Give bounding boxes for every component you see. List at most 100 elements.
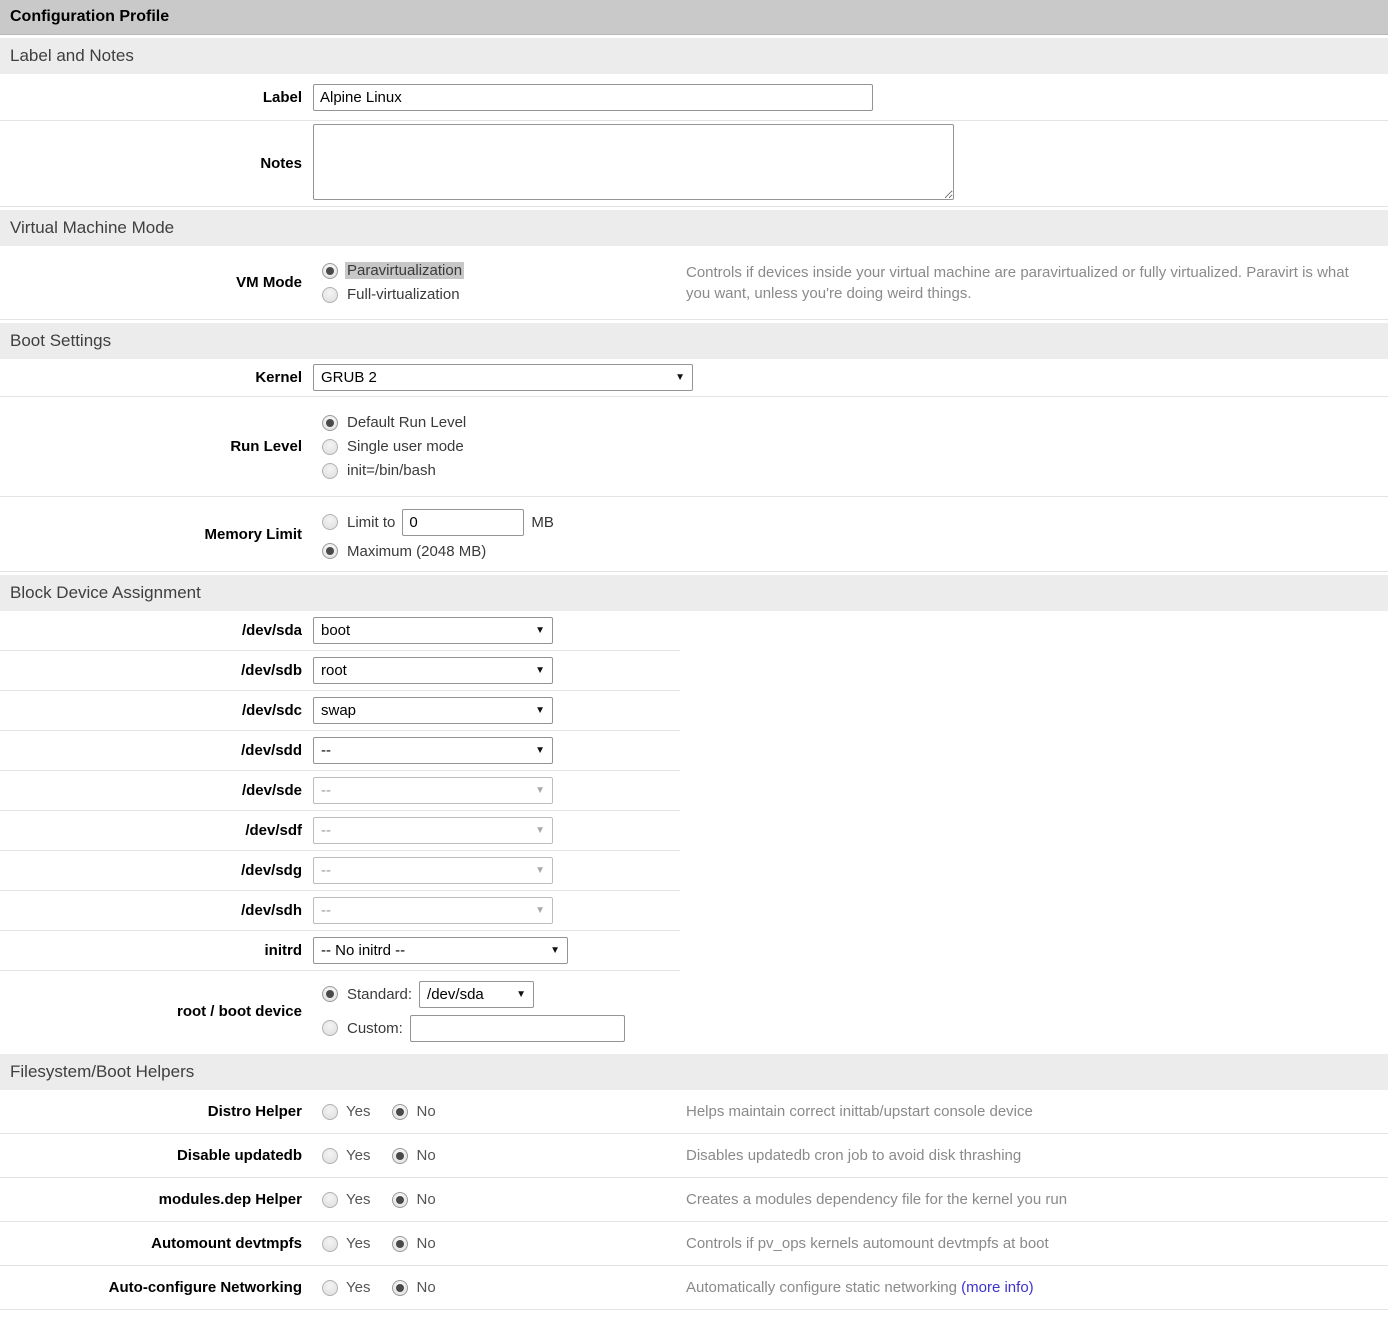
full-virtualization-option-label[interactable]: Full-virtualization: [347, 286, 460, 303]
auto-configure-networking-no-radio[interactable]: [392, 1280, 408, 1296]
page-title-bar: Configuration Profile: [0, 0, 1388, 35]
label-input[interactable]: [313, 84, 873, 111]
standard-device-radio[interactable]: [322, 986, 338, 1002]
device-sdd-select[interactable]: -- ▼: [313, 737, 553, 764]
device-label: /dev/sdb: [0, 662, 313, 679]
chevron-down-icon: ▼: [535, 625, 545, 636]
init-bin-bash-option-label[interactable]: init=/bin/bash: [347, 462, 436, 479]
device-sdh-select-value: --: [321, 902, 331, 919]
no-option-label[interactable]: No: [416, 1147, 435, 1164]
modules-dep-helper-label: modules.dep Helper: [0, 1191, 313, 1208]
page-title: Configuration Profile: [10, 8, 169, 26]
device-row-sde: /dev/sde -- ▼: [0, 771, 680, 811]
full-virtualization-radio[interactable]: [322, 287, 338, 303]
device-sdh-select: -- ▼: [313, 897, 553, 924]
vm-mode-help-text: Controls if devices inside your virtual …: [686, 262, 1388, 304]
auto-configure-networking-help-text: Automatically configure static networkin…: [686, 1277, 1388, 1298]
device-label: /dev/sdd: [0, 742, 313, 759]
kernel-select-value: GRUB 2: [321, 369, 377, 386]
device-label: /dev/sdg: [0, 862, 313, 879]
memory-unit-label: MB: [531, 514, 554, 531]
section-boot-settings: Boot Settings: [0, 323, 1388, 359]
distro-helper-label: Distro Helper: [0, 1103, 313, 1120]
custom-device-option-label[interactable]: Custom:: [347, 1020, 403, 1037]
device-row-sdd: /dev/sdd -- ▼: [0, 731, 680, 771]
modules-dep-no-radio[interactable]: [392, 1192, 408, 1208]
section-title: Block Device Assignment: [10, 583, 201, 603]
no-option-label[interactable]: No: [416, 1103, 435, 1120]
section-block-device-assignment: Block Device Assignment: [0, 575, 1388, 611]
single-user-mode-option-label[interactable]: Single user mode: [347, 438, 464, 455]
limit-to-radio[interactable]: [322, 514, 338, 530]
chevron-down-icon: ▼: [535, 825, 545, 836]
device-label: /dev/sde: [0, 782, 313, 799]
more-info-link[interactable]: (more info): [961, 1279, 1034, 1296]
custom-device-input[interactable]: [410, 1015, 625, 1042]
maximum-memory-option-label[interactable]: Maximum (2048 MB): [347, 543, 486, 560]
auto-configure-networking-yes-radio[interactable]: [322, 1280, 338, 1296]
default-run-level-option-label[interactable]: Default Run Level: [347, 414, 466, 431]
yes-option-label[interactable]: Yes: [346, 1191, 370, 1208]
device-sdb-select[interactable]: root ▼: [313, 657, 553, 684]
standard-device-option-label[interactable]: Standard:: [347, 986, 412, 1003]
disable-updatedb-yes-radio[interactable]: [322, 1148, 338, 1164]
notes-row: Notes: [0, 121, 1388, 207]
limit-to-option-label[interactable]: Limit to: [347, 514, 395, 531]
label-row: Label: [0, 74, 1388, 121]
notes-textarea[interactable]: [313, 124, 954, 200]
device-label: /dev/sdf: [0, 822, 313, 839]
distro-helper-yes-radio[interactable]: [322, 1104, 338, 1120]
help-text: Automatically configure static networkin…: [686, 1279, 957, 1296]
auto-configure-networking-row: Auto-configure Networking Yes No Automat…: [0, 1266, 1388, 1310]
disable-updatedb-help-text: Disables updatedb cron job to avoid disk…: [686, 1145, 1388, 1166]
section-label-and-notes: Label and Notes: [0, 38, 1388, 74]
run-level-label: Run Level: [0, 438, 313, 455]
section-title: Boot Settings: [10, 331, 111, 351]
standard-device-select[interactable]: /dev/sda ▼: [419, 981, 534, 1008]
section-title: Label and Notes: [10, 46, 134, 66]
initrd-select-value: -- No initrd --: [321, 942, 405, 959]
device-row-sdf: /dev/sdf -- ▼: [0, 811, 680, 851]
yes-option-label[interactable]: Yes: [346, 1103, 370, 1120]
standard-device-select-value: /dev/sda: [427, 986, 484, 1003]
memory-limit-label: Memory Limit: [0, 526, 313, 543]
custom-device-radio[interactable]: [322, 1020, 338, 1036]
distro-helper-no-radio[interactable]: [392, 1104, 408, 1120]
device-row-sdg: /dev/sdg -- ▼: [0, 851, 680, 891]
default-run-level-radio[interactable]: [322, 415, 338, 431]
memory-limit-input[interactable]: [402, 509, 524, 536]
yes-option-label[interactable]: Yes: [346, 1235, 370, 1252]
chevron-down-icon: ▼: [675, 372, 685, 383]
section-virtual-machine-mode: Virtual Machine Mode: [0, 210, 1388, 246]
memory-limit-row: Memory Limit Limit to MB Maximum (2048 M…: [0, 497, 1388, 572]
no-option-label[interactable]: No: [416, 1279, 435, 1296]
device-label: /dev/sda: [0, 622, 313, 639]
chevron-down-icon: ▼: [535, 705, 545, 716]
no-option-label[interactable]: No: [416, 1191, 435, 1208]
kernel-label: Kernel: [0, 369, 313, 386]
kernel-row: Kernel GRUB 2 ▼: [0, 359, 1388, 397]
modules-dep-yes-radio[interactable]: [322, 1192, 338, 1208]
init-bin-bash-radio[interactable]: [322, 463, 338, 479]
no-option-label[interactable]: No: [416, 1235, 435, 1252]
yes-option-label[interactable]: Yes: [346, 1147, 370, 1164]
paravirtualization-option-label[interactable]: Paravirtualization: [345, 262, 464, 279]
kernel-select[interactable]: GRUB 2 ▼: [313, 364, 693, 391]
disable-updatedb-row: Disable updatedb Yes No Disables updated…: [0, 1134, 1388, 1178]
chevron-down-icon: ▼: [535, 785, 545, 796]
paravirtualization-radio[interactable]: [322, 263, 338, 279]
disable-updatedb-no-radio[interactable]: [392, 1148, 408, 1164]
device-row-sda: /dev/sda boot ▼: [0, 611, 680, 651]
device-sdc-select[interactable]: swap ▼: [313, 697, 553, 724]
section-title: Virtual Machine Mode: [10, 218, 174, 238]
device-sdf-select-value: --: [321, 822, 331, 839]
device-sdc-select-value: swap: [321, 702, 356, 719]
single-user-mode-radio[interactable]: [322, 439, 338, 455]
initrd-select[interactable]: -- No initrd -- ▼: [313, 937, 568, 964]
maximum-memory-radio[interactable]: [322, 543, 338, 559]
automount-devtmpfs-yes-radio[interactable]: [322, 1236, 338, 1252]
chevron-down-icon: ▼: [535, 745, 545, 756]
automount-devtmpfs-no-radio[interactable]: [392, 1236, 408, 1252]
device-sda-select[interactable]: boot ▼: [313, 617, 553, 644]
yes-option-label[interactable]: Yes: [346, 1279, 370, 1296]
